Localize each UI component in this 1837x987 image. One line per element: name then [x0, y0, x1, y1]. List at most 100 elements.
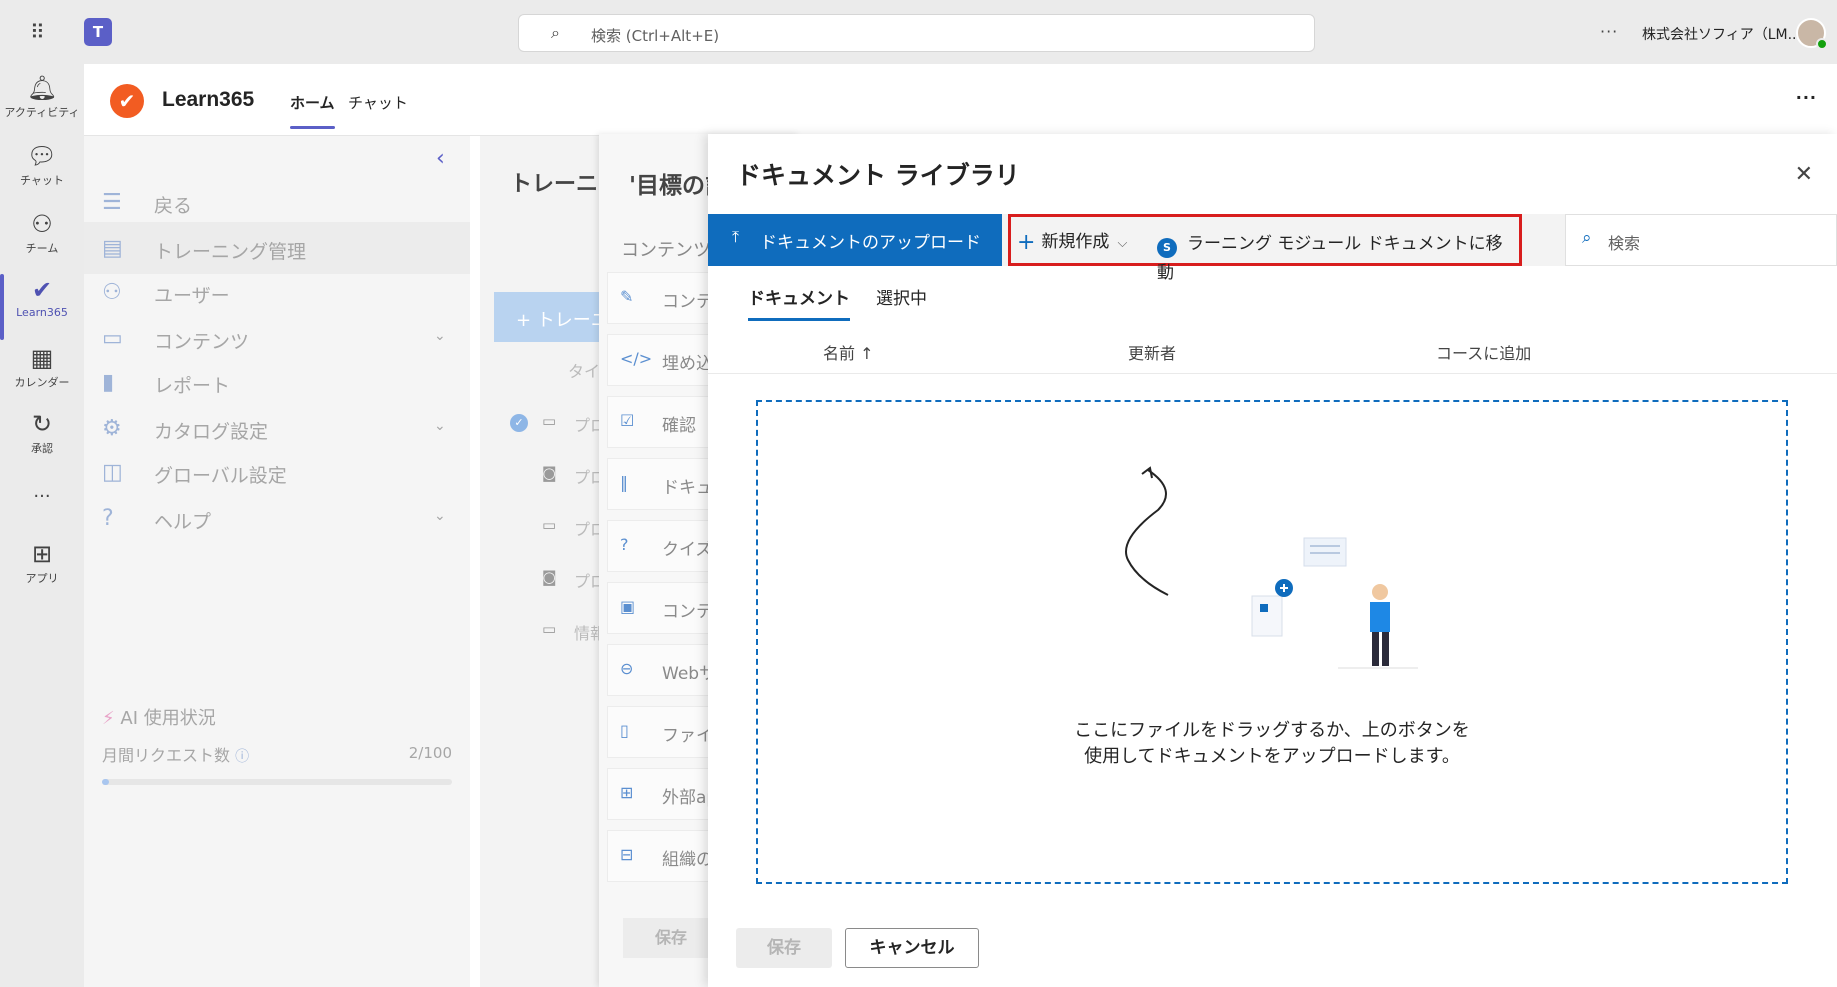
tab-documents[interactable]: ドキュメント [748, 284, 850, 321]
learn365-icon: ✔ [31, 276, 53, 304]
global-search-placeholder: 検索 (Ctrl+Alt+E) [591, 27, 720, 45]
app-header: ✔ Learn365 ホーム チャット ··· [84, 64, 1837, 136]
training-icon: ▤ [102, 236, 123, 261]
go-to-learning-module-documents-button[interactable]: S ラーニング モジュール ドキュメントに移動 [1157, 229, 1519, 283]
global-settings-icon: ◫ [102, 460, 123, 485]
chevron-down-icon: ⌵ [1117, 236, 1128, 251]
global-search-box[interactable]: ⌕ 検索 (Ctrl+Alt+E) [518, 14, 1315, 52]
bell-icon: 🔔︎ [26, 74, 58, 102]
app-launcher-icon[interactable]: ⠿ [30, 22, 54, 46]
column-modified-by[interactable]: 更新者 [1128, 340, 1176, 364]
chevron-down-icon: ⌄ [434, 508, 446, 524]
nav-global-settings[interactable]: ◫ グローバル設定 [84, 446, 470, 498]
dialog-title: ドキュメント ライブラリ [736, 161, 1020, 190]
avatar[interactable] [1796, 18, 1828, 50]
calendar-icon: ▦ [30, 344, 54, 372]
training-panel-title: トレーニ [510, 172, 599, 197]
quiz-icon: ? [620, 535, 629, 554]
monitor-icon: ▭ [542, 516, 557, 534]
upload-document-button[interactable]: ⤒ ドキュメントのアップロード [708, 214, 1002, 266]
users-icon: ⚇ [102, 280, 122, 305]
org-name[interactable]: 株式会社ソフィア（LM... [1642, 24, 1801, 44]
chat-icon: 💬︎ [26, 142, 58, 170]
tab-selected[interactable]: 選択中 [876, 284, 927, 309]
appbar-apps[interactable]: ⊞ アプリ [0, 540, 84, 586]
nav-users[interactable]: ⚇ ユーザー [84, 266, 470, 318]
progress-fill [102, 779, 109, 785]
save-button[interactable]: 保存 [736, 928, 832, 968]
learn365-logo-icon: ✔ [110, 84, 144, 118]
column-add-to-course[interactable]: コースに追加 [1436, 340, 1531, 364]
file-icon: ▯ [620, 721, 629, 740]
classroom-icon: ◙ [542, 568, 557, 586]
nav-reports[interactable]: ▮ レポート [84, 356, 470, 408]
checklist-icon: ☑ [620, 411, 635, 430]
search-icon: ⌕ [551, 23, 560, 42]
web-icon: ⊖ [620, 659, 634, 678]
approvals-icon: ↻ [31, 410, 53, 438]
magic-wand-icon: ⚡ [102, 708, 115, 729]
content-package-icon: ▣ [620, 597, 636, 616]
app-more-icon[interactable]: ··· [1796, 88, 1817, 107]
teams-icon: ⚇ [31, 210, 53, 238]
gear-icon: ⚙ [102, 416, 122, 441]
new-button[interactable]: + 新規作成 ⌵ [1017, 227, 1127, 255]
topbar-more-icon[interactable]: ··· [1600, 22, 1618, 41]
appbar-teams[interactable]: ⚇ チーム [0, 210, 84, 256]
info-icon[interactable]: ⓘ [235, 749, 249, 765]
appbar-more[interactable]: ··· [0, 484, 84, 507]
goal-save-button[interactable]: 保存 [623, 918, 719, 958]
external-app-icon: ⊞ [620, 783, 634, 802]
embed-icon: </> [620, 349, 653, 368]
highlight-box: + 新規作成 ⌵ S ラーニング モジュール ドキュメントに移動 [1008, 214, 1522, 283]
presence-available-icon [1816, 38, 1828, 50]
chevron-down-icon: ⌄ [434, 328, 446, 344]
dialog-search-box[interactable]: ⌕ 検索 [1565, 214, 1837, 266]
empty-state-message: ここにファイルをドラッグするか、上のボタンを使用してドキュメントをアップロードし… [1074, 720, 1470, 767]
back-list-icon: ☰ [102, 190, 122, 215]
collapse-nav-icon[interactable]: ‹ [436, 146, 445, 171]
tab-chat[interactable]: チャット [348, 92, 408, 113]
cancel-button[interactable]: キャンセル [845, 928, 979, 968]
nav-back[interactable]: ☰ 戻る [84, 176, 470, 228]
left-navigation: ‹ ☰ 戻る ▤ トレーニング管理 ⚇ ユーザー ▭ コンテンツ ⌄ ▮ レポー… [84, 136, 470, 987]
command-bar: ⤒ ドキュメントのアップロード + 新規作成 ⌵ S ラーニング モジュール ドキュメ… [708, 214, 1837, 283]
upload-arrow-icon: ⤒ [732, 227, 740, 246]
app-name: Learn365 [162, 88, 255, 111]
document-table-header: 名前 ↑ 更新者 コースに追加 [708, 334, 1837, 374]
teams-topbar: ⠿ T ⌕ 検索 (Ctrl+Alt+E) ··· 株式会社ソフィア（LM... [0, 0, 1837, 64]
sharepoint-icon: S [1157, 238, 1177, 258]
document-library-dialog: ドキュメント ライブラリ ✕ ⤒ ドキュメントのアップロード + 新規作成 ⌵ Sラ… [708, 134, 1837, 987]
library-icon: ‖ [620, 473, 628, 492]
classroom-icon: ◙ [542, 464, 557, 482]
teams-logo-icon: T [84, 18, 112, 46]
monitor-icon: ▭ [542, 412, 557, 430]
checked-icon: ✓ [510, 414, 528, 432]
folder-icon: ▭ [102, 326, 123, 351]
empty-state-illustration [1125, 466, 1418, 669]
close-icon[interactable]: ✕ [1795, 162, 1813, 187]
nav-help[interactable]: ? ヘルプ ⌄ [84, 492, 470, 544]
monthly-requests: 月間リクエスト数 ⓘ 2/100 [102, 744, 452, 765]
appbar-approvals[interactable]: ↻ 承認 [0, 410, 84, 456]
monitor-icon: ▭ [542, 620, 557, 638]
appbar-calendar[interactable]: ▦ カレンダー [0, 344, 84, 390]
report-icon: ▮ [102, 370, 115, 395]
chevron-down-icon: ⌄ [434, 418, 446, 434]
monthly-requests-progress [102, 779, 452, 785]
plus-icon: + [1017, 230, 1036, 255]
apps-icon: ⊞ [31, 540, 53, 568]
file-drop-zone[interactable]: ここにファイルをドラッグするか、上のボタンを使用してドキュメントをアップロードし… [756, 400, 1788, 884]
column-name[interactable]: 名前 ↑ [823, 340, 874, 364]
goal-panel-subtitle: コンテンツ [621, 240, 711, 261]
org-icon: ⊟ [620, 845, 634, 864]
tab-home[interactable]: ホーム [290, 92, 335, 129]
content-icon: ✎ [620, 287, 634, 306]
appbar-activity[interactable]: 🔔︎ アクティビティ [0, 74, 84, 120]
column-header-title: タイ [568, 362, 601, 381]
search-icon: ⌕ [1582, 228, 1592, 248]
appbar-learn365[interactable]: ✔ Learn365 [0, 276, 84, 319]
help-icon: ? [102, 506, 114, 531]
ai-usage-heading: ⚡ AI 使用状況 [102, 708, 216, 729]
appbar-chat[interactable]: 💬︎ チャット [0, 142, 84, 188]
